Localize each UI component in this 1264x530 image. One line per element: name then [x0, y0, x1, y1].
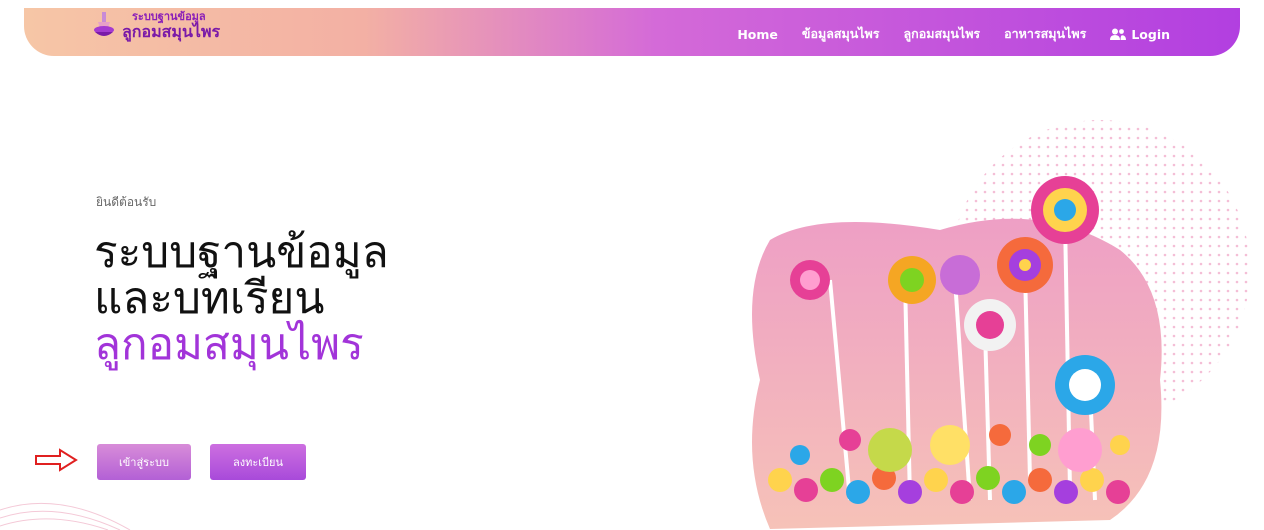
nav-home[interactable]: Home [737, 27, 778, 42]
decorative-curves [0, 502, 131, 530]
register-button[interactable]: ลงทะเบียน [210, 444, 306, 480]
hero-title-line2: และบทเรียน [94, 273, 325, 324]
brand-line1: ระบบฐานข้อมูล [132, 9, 206, 23]
navbar: ระบบฐานข้อมูล ลูกอมสมุนไพร Home ข้อมูลสม… [24, 8, 1240, 56]
nav-herbal-candy[interactable]: ลูกอมสมุนไพร [904, 24, 981, 44]
nav-herb-info[interactable]: ข้อมูลสมุนไพร [802, 24, 880, 44]
user-group-icon [1110, 28, 1127, 40]
nav-login[interactable]: Login [1110, 27, 1170, 42]
login-label: Login [1131, 26, 1170, 42]
nav-links: Home ข้อมูลสมุนไพร ลูกอมสมุนไพร อาหารสมุ… [737, 24, 1170, 44]
logo-icon [94, 12, 114, 36]
brand-line2: ลูกอมสมุนไพร [122, 21, 221, 41]
nav-herbal-food[interactable]: อาหารสมุนไพร [1004, 24, 1086, 44]
brand-logo[interactable]: ระบบฐานข้อมูล ลูกอมสมุนไพร [92, 10, 220, 40]
welcome-text: ยินดีต้อนรับ [96, 195, 157, 209]
hero-illustration [752, 120, 1250, 529]
hero-title: ระบบฐานข้อมูล และบทเรียน ลูกอมสมุนไพร [94, 230, 389, 368]
hero-title-line3: ลูกอมสมุนไพร [94, 319, 364, 370]
hero-title-line1: ระบบฐานข้อมูล [94, 227, 389, 278]
